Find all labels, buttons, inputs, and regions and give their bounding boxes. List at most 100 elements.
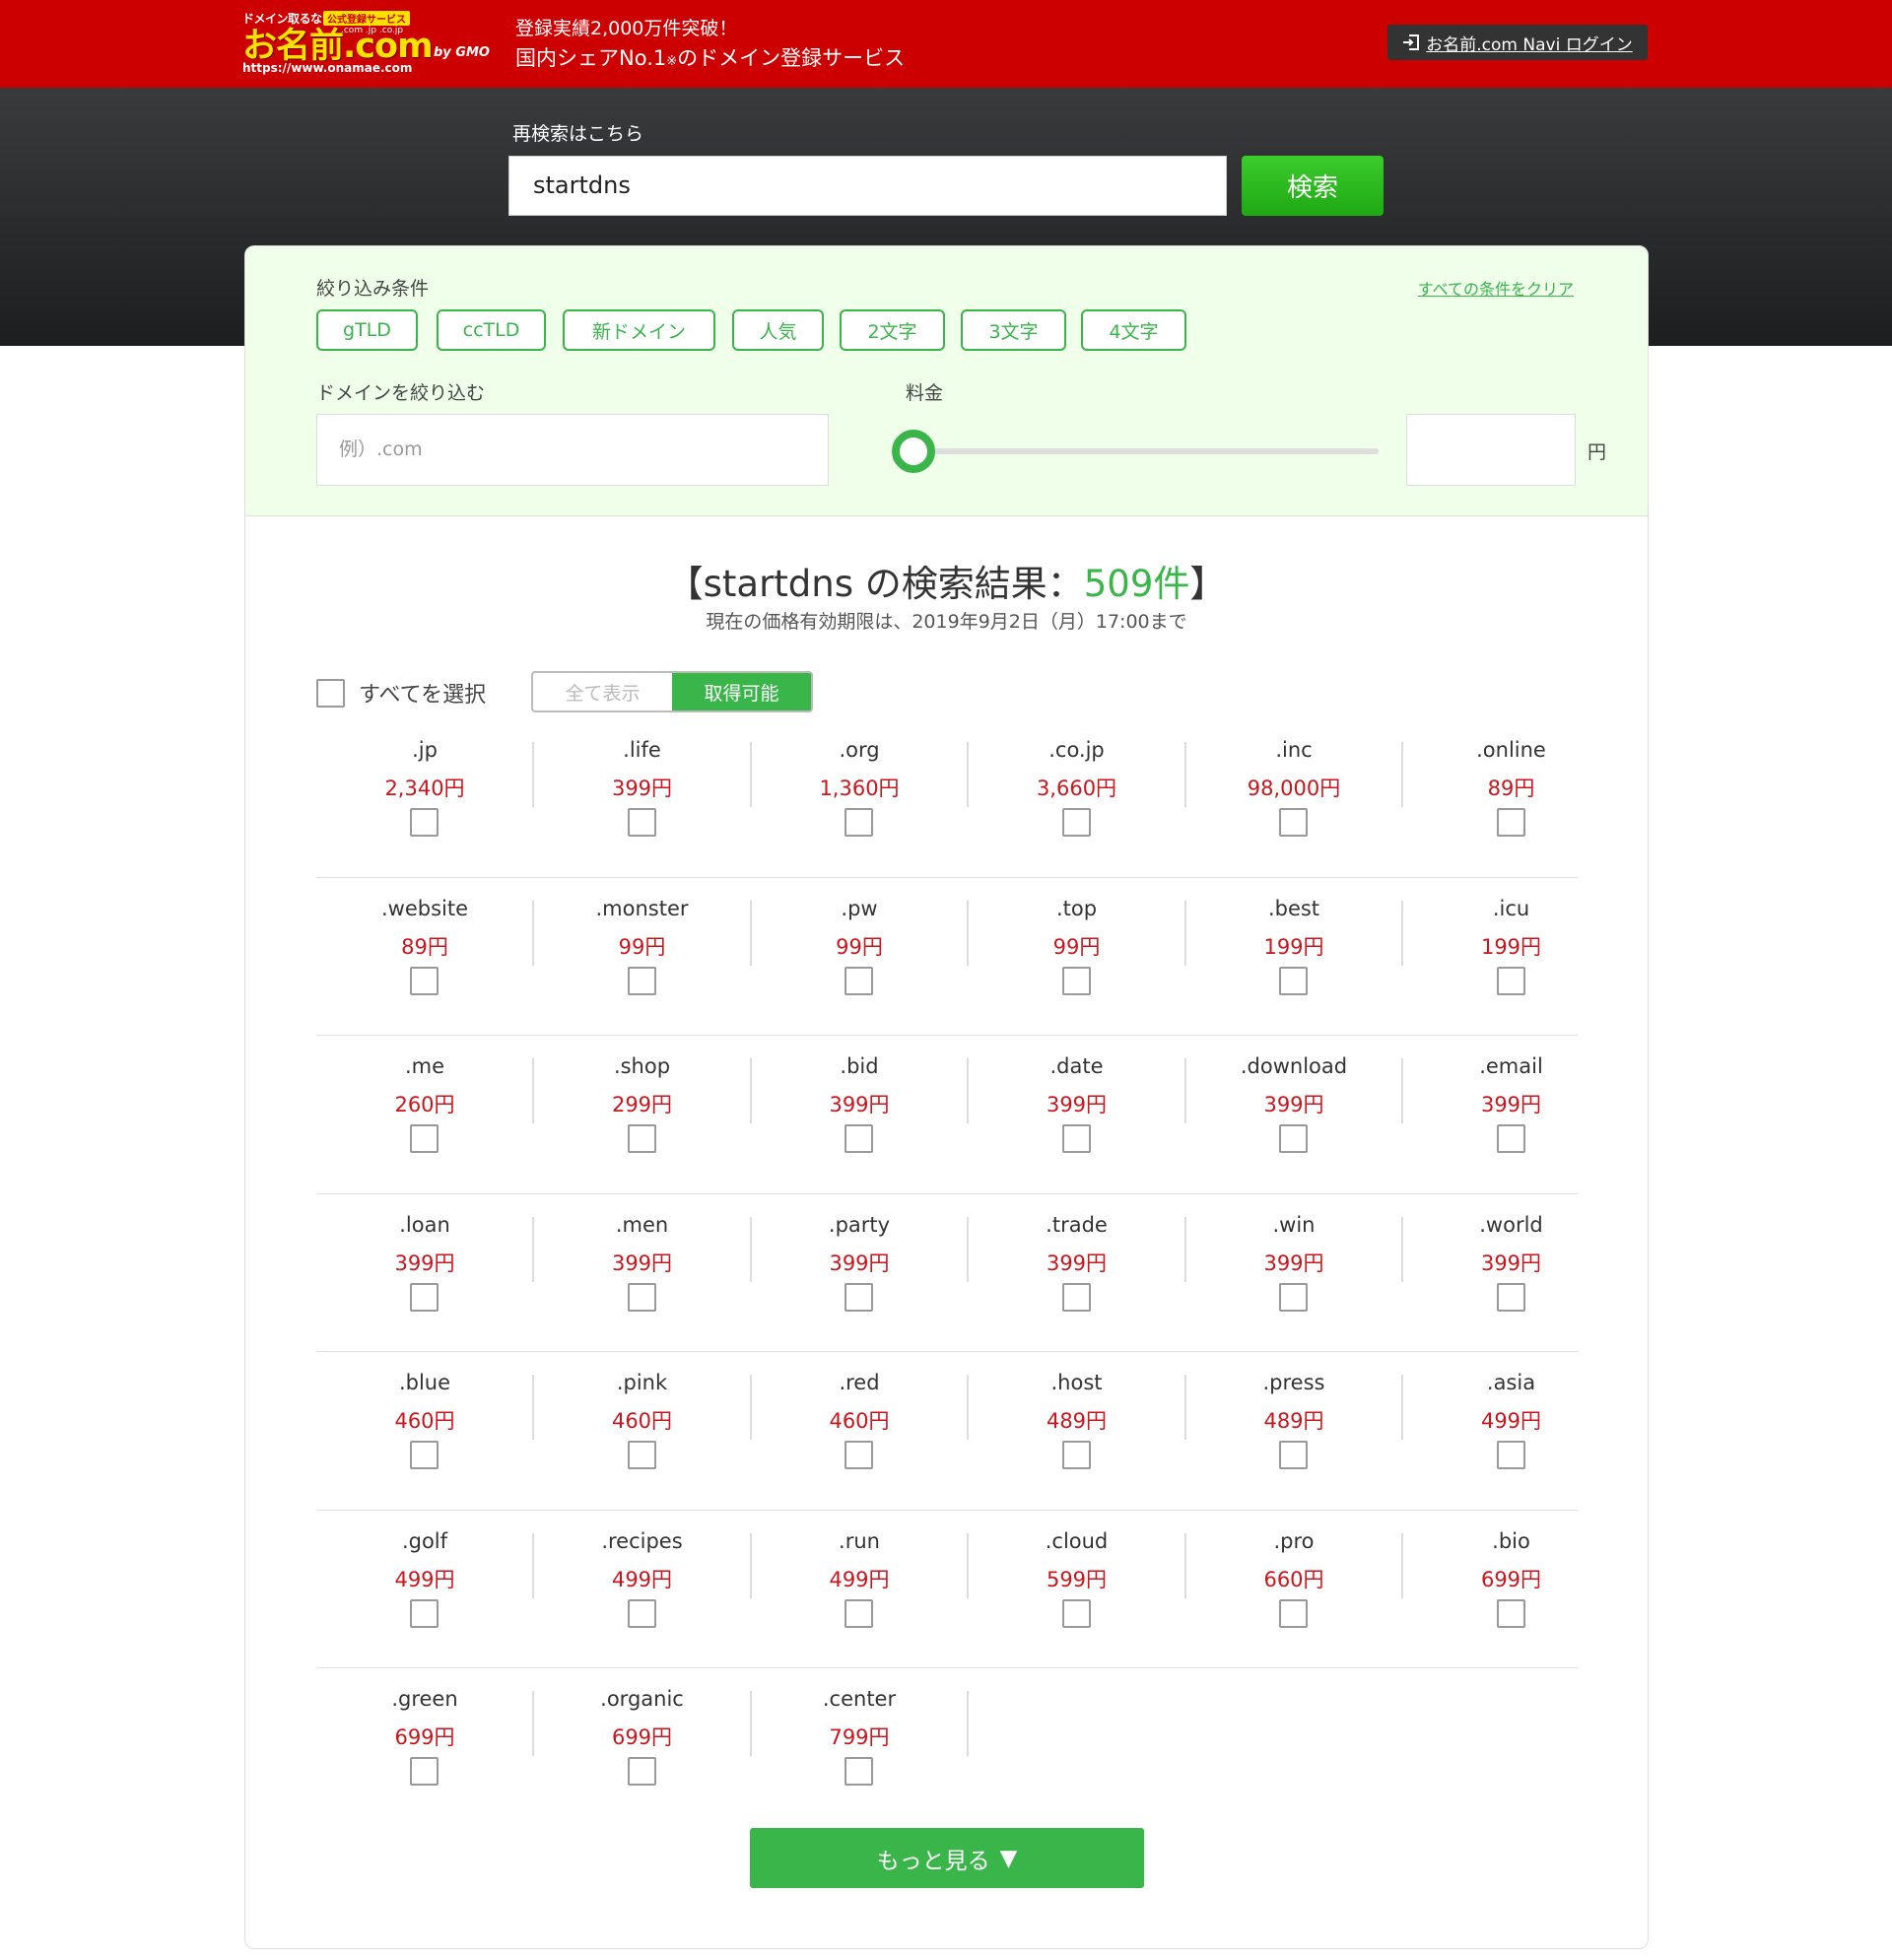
domain-checkbox[interactable] bbox=[410, 1124, 439, 1153]
domain-item[interactable]: .monster 99円 bbox=[534, 878, 752, 1036]
domain-checkbox[interactable] bbox=[1496, 966, 1525, 995]
domain-item[interactable]: .world 399円 bbox=[1403, 1194, 1620, 1352]
domain-checkbox[interactable] bbox=[410, 808, 439, 837]
chip-popular[interactable]: 人気 bbox=[732, 309, 824, 351]
domain-checkbox[interactable] bbox=[845, 1441, 873, 1469]
show-more-button[interactable]: もっと見る ▼ bbox=[750, 1828, 1144, 1888]
domain-checkbox[interactable] bbox=[1496, 1598, 1525, 1628]
search-input[interactable]: startdns bbox=[508, 156, 1227, 216]
toggle-available[interactable]: 取得可能 bbox=[672, 673, 811, 710]
domain-checkbox[interactable] bbox=[845, 966, 873, 995]
domain-item[interactable]: .organic 699円 bbox=[534, 1668, 752, 1826]
narrow-domain-input[interactable]: 例）.com bbox=[316, 414, 829, 486]
domain-checkbox[interactable] bbox=[845, 1757, 873, 1786]
domain-item[interactable]: .download 399円 bbox=[1185, 1036, 1403, 1193]
domain-checkbox[interactable] bbox=[410, 1441, 439, 1469]
domain-checkbox[interactable] bbox=[1061, 1441, 1091, 1469]
domain-checkbox[interactable] bbox=[627, 1441, 656, 1469]
domain-checkbox[interactable] bbox=[410, 1598, 439, 1628]
domain-checkbox[interactable] bbox=[1496, 1124, 1525, 1153]
chip-4chars[interactable]: 4文字 bbox=[1081, 309, 1186, 351]
domain-checkbox[interactable] bbox=[845, 1124, 873, 1153]
domain-checkbox[interactable] bbox=[1279, 1124, 1308, 1153]
domain-checkbox[interactable] bbox=[1279, 1441, 1308, 1469]
domain-checkbox[interactable] bbox=[627, 1282, 656, 1312]
search-button[interactable]: 検索 bbox=[1242, 156, 1384, 216]
domain-item[interactable]: .press 489円 bbox=[1185, 1352, 1403, 1510]
select-all-checkbox[interactable] bbox=[316, 678, 345, 708]
onamae-logo[interactable]: ドメイン取るなら 公式登録サービス .com .jp .co.jp お名前.co… bbox=[242, 10, 495, 75]
domain-checkbox[interactable] bbox=[410, 1282, 439, 1312]
domain-checkbox[interactable] bbox=[627, 1124, 656, 1153]
domain-item[interactable]: .top 99円 bbox=[969, 878, 1186, 1036]
domain-checkbox[interactable] bbox=[1496, 1441, 1525, 1469]
chip-gtld[interactable]: gTLD bbox=[316, 309, 418, 351]
price-slider-track[interactable] bbox=[915, 448, 1379, 454]
domain-item[interactable]: .date 399円 bbox=[969, 1036, 1186, 1193]
domain-item[interactable]: .blue 460円 bbox=[316, 1352, 534, 1510]
domain-item[interactable]: .asia 499円 bbox=[1403, 1352, 1620, 1510]
domain-item[interactable]: .inc 98,000円 bbox=[1185, 719, 1403, 877]
domain-checkbox[interactable] bbox=[627, 966, 656, 995]
domain-item[interactable]: .center 799円 bbox=[751, 1668, 969, 1826]
domain-checkbox[interactable] bbox=[1061, 1598, 1091, 1628]
navi-login-button[interactable]: お名前.com Navi ログイン bbox=[1387, 25, 1648, 60]
domain-item[interactable]: .win 399円 bbox=[1185, 1194, 1403, 1352]
domain-item[interactable]: .red 460円 bbox=[751, 1352, 969, 1510]
domain-checkbox[interactable] bbox=[1061, 808, 1091, 837]
domain-item[interactable]: .men 399円 bbox=[534, 1194, 752, 1352]
domain-item[interactable]: .loan 399円 bbox=[316, 1194, 534, 1352]
domain-item[interactable]: .green 699円 bbox=[316, 1668, 534, 1826]
domain-item[interactable]: .life 399円 bbox=[534, 719, 752, 877]
domain-item[interactable]: .trade 399円 bbox=[969, 1194, 1186, 1352]
availability-toggle[interactable]: 全て表示 取得可能 bbox=[531, 671, 813, 712]
domain-checkbox[interactable] bbox=[627, 1598, 656, 1628]
domain-item[interactable]: .pw 99円 bbox=[751, 878, 969, 1036]
domain-checkbox[interactable] bbox=[627, 808, 656, 837]
chip-new-domain[interactable]: 新ドメイン bbox=[563, 309, 715, 351]
domain-item[interactable]: .org 1,360円 bbox=[751, 719, 969, 877]
domain-item[interactable]: .pro 660円 bbox=[1185, 1511, 1403, 1668]
domain-checkbox[interactable] bbox=[1061, 1124, 1091, 1153]
domain-checkbox[interactable] bbox=[845, 1598, 873, 1628]
domain-item[interactable]: .website 89円 bbox=[316, 878, 534, 1036]
domain-item[interactable]: .cloud 599円 bbox=[969, 1511, 1186, 1668]
chip-3chars[interactable]: 3文字 bbox=[961, 309, 1066, 351]
chip-2chars[interactable]: 2文字 bbox=[840, 309, 945, 351]
domain-item[interactable]: .best 199円 bbox=[1185, 878, 1403, 1036]
domain-checkbox[interactable] bbox=[1279, 1598, 1308, 1628]
domain-checkbox[interactable] bbox=[1061, 966, 1091, 995]
domain-checkbox[interactable] bbox=[410, 966, 439, 995]
domain-item[interactable]: .bio 699円 bbox=[1403, 1511, 1620, 1668]
domain-checkbox[interactable] bbox=[1061, 1282, 1091, 1312]
domain-checkbox[interactable] bbox=[1279, 1282, 1308, 1312]
domain-checkbox[interactable] bbox=[1496, 808, 1525, 837]
domain-item[interactable]: .online 89円 bbox=[1403, 719, 1620, 877]
domain-item[interactable]: .email 399円 bbox=[1403, 1036, 1620, 1193]
domain-checkbox[interactable] bbox=[410, 1757, 439, 1786]
domain-item[interactable]: .host 489円 bbox=[969, 1352, 1186, 1510]
domain-checkbox[interactable] bbox=[845, 808, 873, 837]
price-input[interactable] bbox=[1406, 414, 1576, 486]
domain-item[interactable]: .run 499円 bbox=[751, 1511, 969, 1668]
domain-item[interactable]: .shop 299円 bbox=[534, 1036, 752, 1193]
clear-conditions-link[interactable]: すべての条件をクリア bbox=[1418, 276, 1574, 300]
domain-item[interactable]: .me 260円 bbox=[316, 1036, 534, 1193]
domain-checkbox[interactable] bbox=[845, 1282, 873, 1312]
toggle-show-all[interactable]: 全て表示 bbox=[533, 673, 672, 710]
domain-item[interactable]: .recipes 499円 bbox=[534, 1511, 752, 1668]
domain-item[interactable]: .pink 460円 bbox=[534, 1352, 752, 1510]
domain-checkbox[interactable] bbox=[1279, 966, 1308, 995]
domain-item[interactable]: .party 399円 bbox=[751, 1194, 969, 1352]
domain-item[interactable]: .jp 2,340円 bbox=[316, 719, 534, 877]
domain-item[interactable]: .bid 399円 bbox=[751, 1036, 969, 1193]
select-all[interactable]: すべてを選択 bbox=[316, 677, 486, 709]
domain-item[interactable]: .icu 199円 bbox=[1403, 878, 1620, 1036]
domain-item[interactable]: .golf 499円 bbox=[316, 1511, 534, 1668]
domain-checkbox[interactable] bbox=[627, 1757, 656, 1786]
domain-item[interactable]: .co.jp 3,660円 bbox=[969, 719, 1186, 877]
domain-checkbox[interactable] bbox=[1279, 808, 1308, 837]
domain-checkbox[interactable] bbox=[1496, 1282, 1525, 1312]
chip-cctld[interactable]: ccTLD bbox=[437, 309, 546, 351]
price-slider-handle[interactable] bbox=[892, 430, 935, 473]
